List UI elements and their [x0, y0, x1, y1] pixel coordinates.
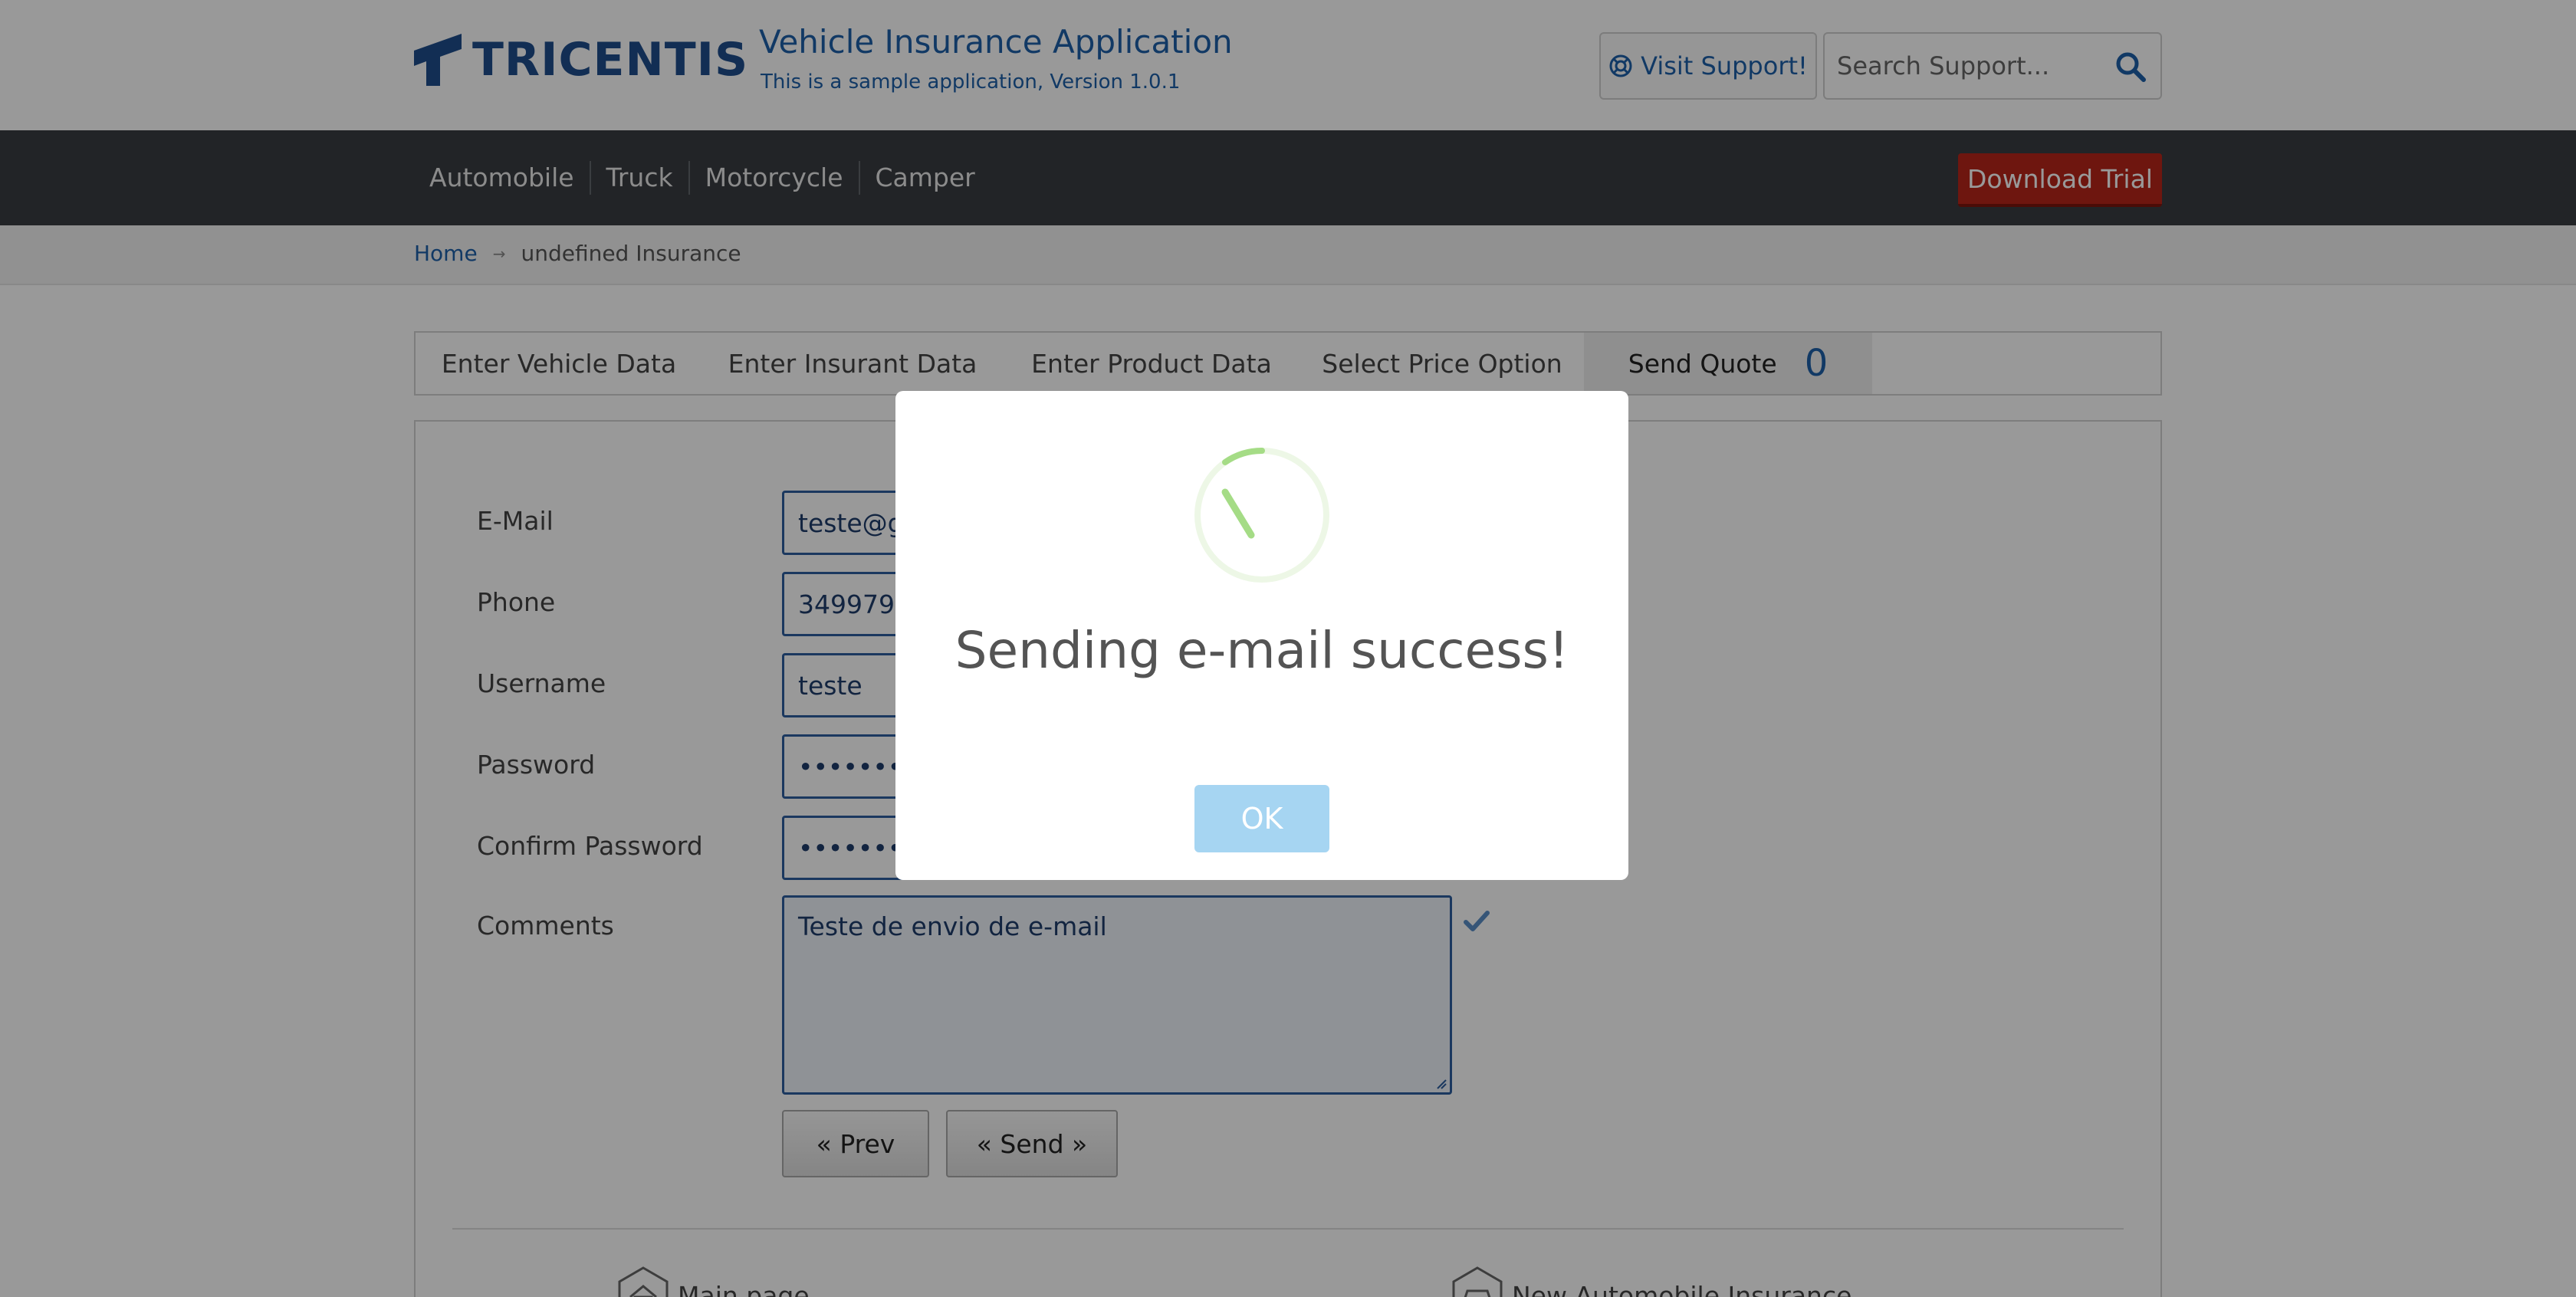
success-spinner-icon: [1194, 447, 1329, 583]
ok-button[interactable]: OK: [1194, 785, 1329, 852]
dialog-title: Sending e-mail success!: [955, 621, 1569, 680]
success-dialog: Sending e-mail success! OK: [895, 391, 1628, 880]
